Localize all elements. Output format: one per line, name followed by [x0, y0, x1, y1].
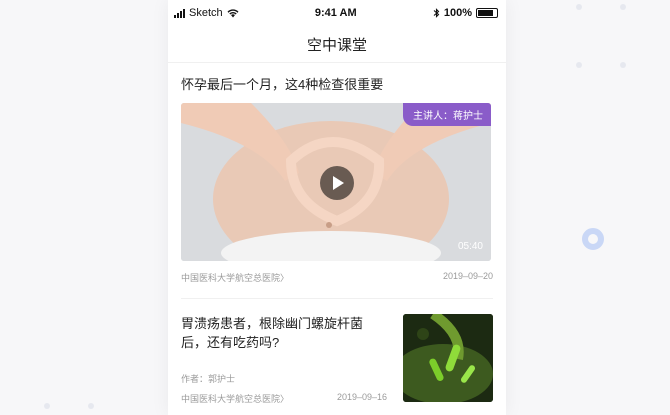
- article-card[interactable]: 胃溃疡患者，根除幽门螺旋杆菌后，还有吃药吗? 作者：郭护士 中国医科大学航空总医…: [168, 299, 506, 415]
- wifi-icon: [227, 8, 239, 17]
- video-duration: 05:40: [457, 241, 483, 252]
- article-date: 2019–09–16: [336, 392, 387, 402]
- video-thumbnail[interactable]: 主讲人：蒋护士 05:40: [181, 103, 491, 261]
- carrier-label: Sketch: [189, 7, 223, 19]
- bluetooth-icon: [433, 8, 440, 18]
- decor-dot: [576, 62, 582, 68]
- battery-percent: 100%: [443, 7, 472, 19]
- decor-dot: [620, 62, 626, 68]
- play-icon[interactable]: [320, 166, 354, 200]
- nav-bar: 空中课堂: [168, 26, 506, 63]
- status-right: 100%: [433, 7, 498, 19]
- article-card-video[interactable]: 怀孕最后一个月，这4种检查很重要 主讲人：蒋护士 05:40 中国医科大学航空总…: [168, 74, 506, 299]
- speaker-badge: 主讲人：蒋护士: [403, 103, 491, 126]
- source-link[interactable]: 中国医科大学航空总医院〉: [181, 271, 289, 284]
- decor-dot: [576, 4, 582, 10]
- article-title[interactable]: 胃溃疡患者，根除幽门螺旋杆菌后，还有吃药吗?: [181, 314, 377, 352]
- status-bar: Sketch 9:41 AM 100%: [168, 0, 506, 26]
- source-link[interactable]: 中国医科大学航空总医院〉: [181, 392, 289, 405]
- article-title[interactable]: 怀孕最后一个月，这4种检查很重要: [181, 74, 493, 93]
- page-title: 空中课堂: [306, 36, 367, 54]
- article-date: 2019–09–20: [442, 271, 493, 281]
- phone-screen: Sketch 9:41 AM 100% 空中课堂 怀孕最后一个月，这4种检查很重…: [168, 0, 506, 415]
- status-time: 9:41 AM: [314, 7, 357, 19]
- article-thumbnail[interactable]: [403, 314, 493, 402]
- decor-ring: [582, 228, 604, 250]
- article-meta: 中国医科大学航空总医院〉 2019–09–20: [181, 271, 493, 284]
- article-meta: 中国医科大学航空总医院〉 2019–09–16: [181, 392, 387, 405]
- signal-icon: [174, 8, 185, 18]
- battery-icon: [476, 8, 498, 18]
- status-left: Sketch: [174, 7, 239, 19]
- decor-dot: [620, 4, 626, 10]
- decor-dot: [88, 403, 94, 409]
- bacteria-image: [403, 314, 493, 402]
- article-author: 作者：郭护士: [181, 374, 236, 384]
- decor-dot: [44, 403, 50, 409]
